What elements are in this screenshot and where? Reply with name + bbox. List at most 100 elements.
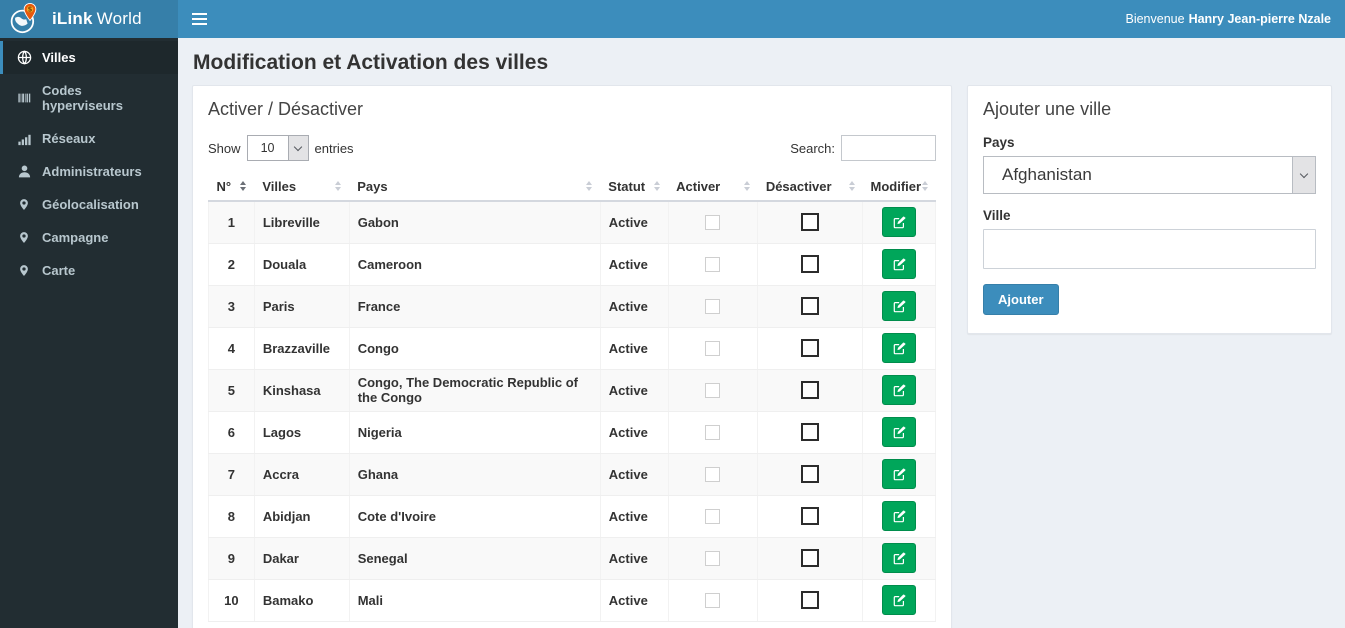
globe-icon xyxy=(16,50,32,65)
page-length-select[interactable]: 10 xyxy=(246,135,309,161)
deactivate-cell xyxy=(757,369,864,412)
activate-checkbox[interactable] xyxy=(705,215,721,231)
deactivate-checkbox[interactable] xyxy=(801,591,820,609)
edit-button[interactable] xyxy=(882,249,917,279)
edit-button[interactable] xyxy=(882,333,917,363)
column-header-pays[interactable]: Pays xyxy=(349,173,601,202)
deactivate-checkbox[interactable] xyxy=(801,507,820,525)
edit-icon xyxy=(893,341,906,355)
sidebar-item-label: Campagne xyxy=(42,230,109,245)
column-header-statut[interactable]: Statut xyxy=(600,173,669,202)
deactivate-cell xyxy=(757,495,864,538)
deactivate-cell xyxy=(757,579,864,622)
sidebar: Villes Codes hyperviseurs Réseaux Administr… xyxy=(0,38,178,628)
row-number-cell: 4 xyxy=(208,327,255,370)
sort-icon xyxy=(848,181,855,191)
sidebar-item-carte[interactable]: Carte xyxy=(0,254,178,287)
activate-checkbox[interactable] xyxy=(705,509,721,525)
column-header-villes[interactable]: Villes xyxy=(254,173,350,202)
edit-button[interactable] xyxy=(882,207,917,238)
city-cell: Bamako xyxy=(254,579,350,622)
row-number-cell: 6 xyxy=(208,411,255,454)
sort-icon xyxy=(586,181,593,191)
activate-checkbox[interactable] xyxy=(705,341,721,357)
deactivate-checkbox[interactable] xyxy=(801,255,820,273)
edit-button[interactable] xyxy=(882,291,917,321)
sidebar-item-administrateurs[interactable]: Administrateurs xyxy=(0,155,178,188)
city-input[interactable] xyxy=(983,229,1316,269)
edit-button[interactable] xyxy=(882,585,917,615)
sidebar-item-label: Villes xyxy=(42,50,76,65)
column-header-label: Activer xyxy=(676,179,721,194)
edit-button[interactable] xyxy=(882,501,917,531)
sidebar-item-campagne[interactable]: Campagne xyxy=(0,221,178,254)
country-cell: Mali xyxy=(349,579,601,622)
activate-checkbox[interactable] xyxy=(705,593,721,609)
deactivate-checkbox[interactable] xyxy=(801,465,820,483)
modify-cell xyxy=(862,537,936,580)
activate-checkbox[interactable] xyxy=(705,383,721,399)
deactivate-cell xyxy=(757,201,864,244)
edit-icon xyxy=(893,299,906,313)
edit-button[interactable] xyxy=(882,543,917,573)
table-row: 4 Brazzaville Congo Active xyxy=(208,327,936,370)
column-header-label: Statut xyxy=(608,179,646,194)
column-header-label: Désactiver xyxy=(765,179,832,194)
row-number-cell: 2 xyxy=(208,243,255,286)
edit-button[interactable] xyxy=(882,417,917,447)
search-input[interactable] xyxy=(841,135,936,161)
country-select[interactable]: Afghanistan xyxy=(983,156,1316,194)
edit-icon xyxy=(893,216,906,229)
city-cell: Brazzaville xyxy=(254,327,350,370)
sidebar-item-label: Codes hyperviseurs xyxy=(42,83,123,113)
deactivate-cell xyxy=(757,327,864,370)
deactivate-checkbox[interactable] xyxy=(801,549,820,567)
activate-checkbox[interactable] xyxy=(705,299,721,315)
activate-cell xyxy=(668,495,759,538)
sidebar-item-codes-hyperviseurs[interactable]: Codes hyperviseurs xyxy=(0,74,178,122)
edit-button[interactable] xyxy=(882,459,917,489)
country-cell: Senegal xyxy=(349,537,601,580)
sidebar-item-label: Carte xyxy=(42,263,76,278)
table-row: 5 Kinshasa Congo, The Democratic Republic … xyxy=(208,369,936,412)
sidebar-item-r-seaux[interactable]: Réseaux xyxy=(0,122,178,155)
column-header-activer[interactable]: Activer xyxy=(668,173,758,202)
app-root: { "brand": {"bold": "iLink", "regular": … xyxy=(0,0,1345,628)
modify-cell xyxy=(862,411,936,454)
activate-checkbox[interactable] xyxy=(705,467,721,483)
edit-icon xyxy=(893,593,906,607)
city-cell: Abidjan xyxy=(254,495,350,538)
deactivate-checkbox[interactable] xyxy=(801,381,820,399)
country-selected-value: Afghanistan xyxy=(1002,165,1092,184)
sidebar-item-g-olocalisation[interactable]: Géolocalisation xyxy=(0,188,178,221)
city-cell: Dakar xyxy=(254,537,350,580)
row-number-cell: 9 xyxy=(208,537,255,580)
sidebar-toggle-button[interactable] xyxy=(178,0,220,38)
deactivate-checkbox[interactable] xyxy=(801,423,820,441)
row-number-cell: 8 xyxy=(208,495,255,538)
column-header-modifier[interactable]: Modifier xyxy=(862,173,936,202)
edit-button[interactable] xyxy=(882,375,917,405)
country-cell: Cote d'Ivoire xyxy=(349,495,601,538)
deactivate-checkbox[interactable] xyxy=(801,339,820,357)
row-number-cell: 7 xyxy=(208,453,255,496)
page-length-control: Show 10 entries xyxy=(208,135,354,161)
svg-text:$: $ xyxy=(28,6,33,14)
app-logo-icon: $ xyxy=(8,2,40,36)
activate-checkbox[interactable] xyxy=(705,551,721,567)
barcode-icon xyxy=(16,91,32,105)
deactivate-checkbox[interactable] xyxy=(801,213,820,232)
column-header-dsactiver[interactable]: Désactiver xyxy=(757,173,863,202)
deactivate-checkbox[interactable] xyxy=(801,297,820,315)
deactivate-cell xyxy=(757,537,864,580)
sidebar-item-villes[interactable]: Villes xyxy=(0,41,178,74)
activate-cell xyxy=(668,579,759,622)
activate-checkbox[interactable] xyxy=(705,425,721,441)
add-city-button[interactable]: Ajouter xyxy=(983,284,1059,315)
cities-table: N° Villes Pays Statut Activer Désactiver Modif… xyxy=(208,173,936,622)
column-header-n[interactable]: N° xyxy=(208,173,255,202)
activate-checkbox[interactable] xyxy=(705,257,721,273)
brand-logo-area[interactable]: $ iLink World xyxy=(0,0,178,38)
activate-cell xyxy=(668,243,759,286)
city-cell: Accra xyxy=(254,453,350,496)
